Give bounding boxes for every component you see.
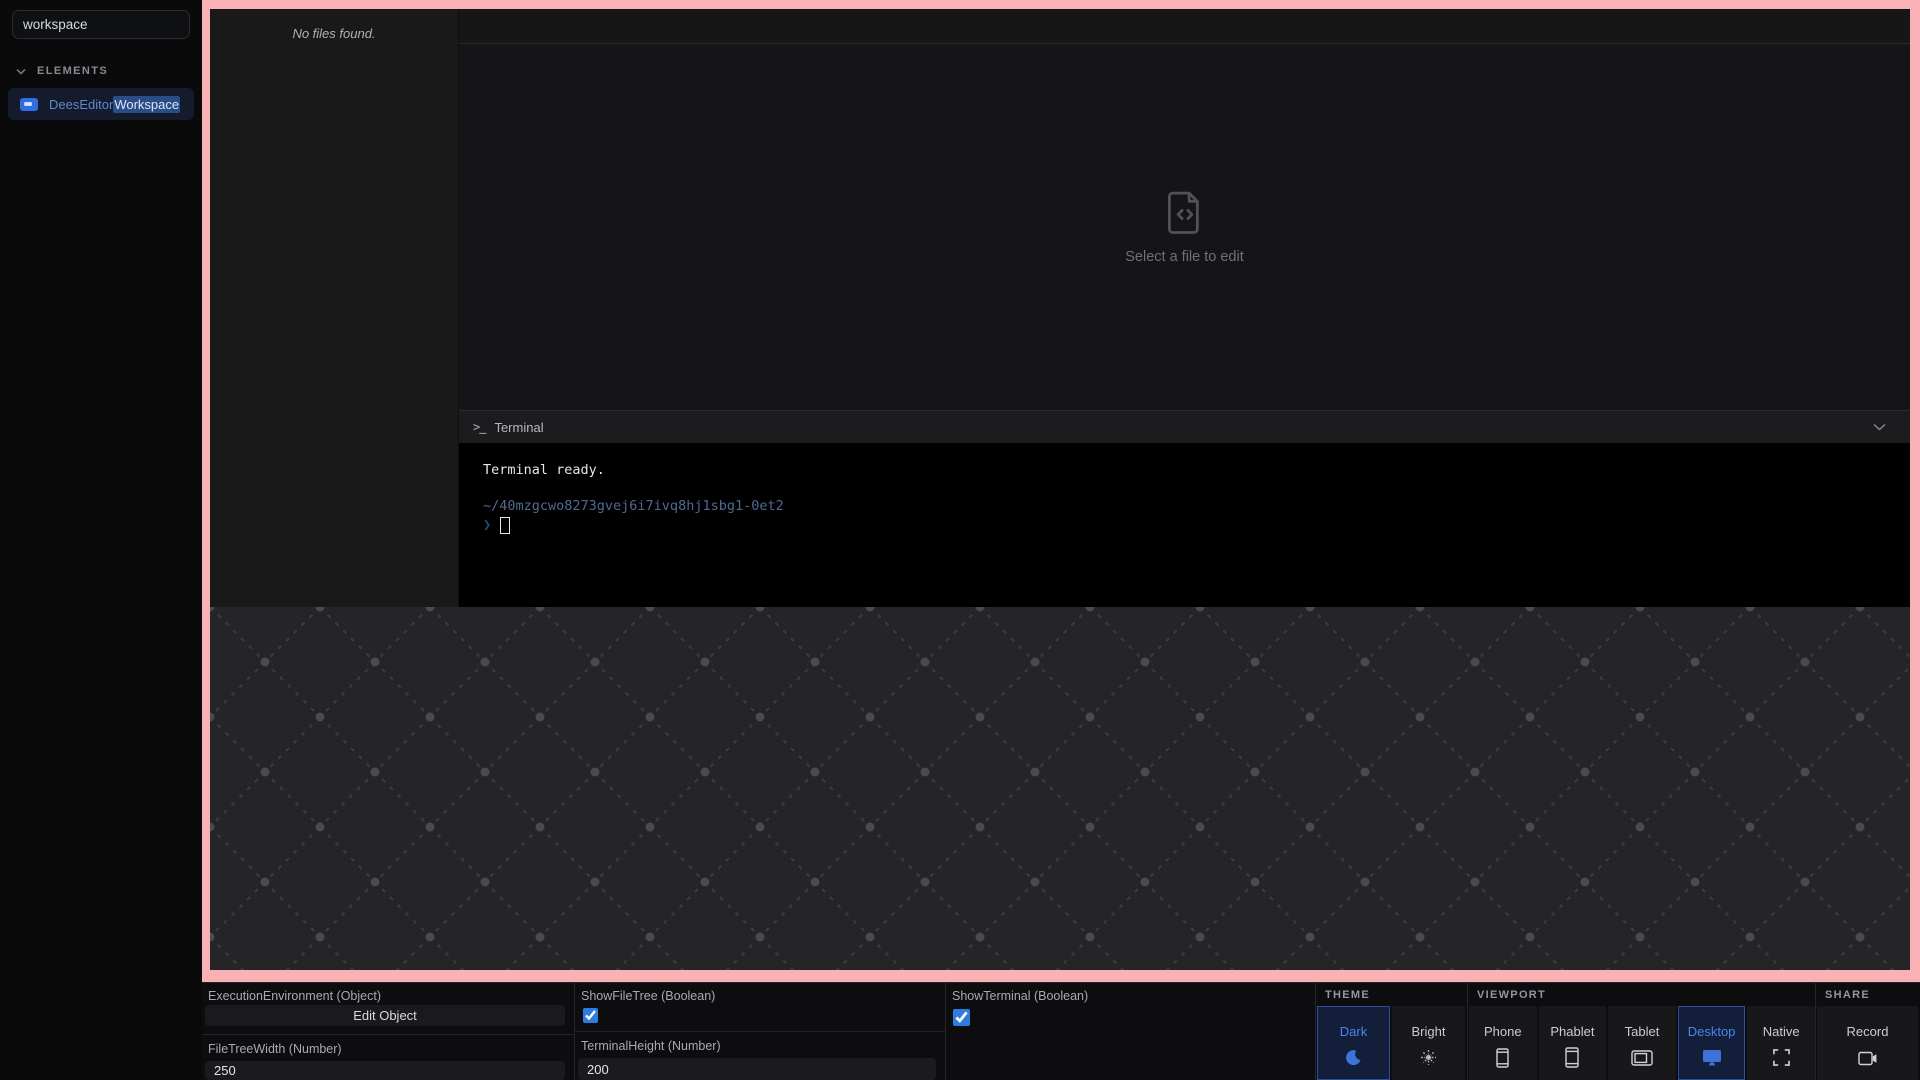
properties-panel: ExecutionEnvironment (Object) Edit Objec… <box>202 982 1920 1080</box>
chevron-down-icon <box>16 68 26 75</box>
file-code-icon <box>1165 189 1205 235</box>
property-label-file-tree-width: FileTreeWidth (Number) <box>205 1035 565 1056</box>
moon-icon <box>1345 1048 1362 1068</box>
show-terminal-checkbox[interactable] <box>953 1009 970 1026</box>
terminal-cursor <box>500 517 510 534</box>
terminal-height-input[interactable] <box>578 1058 936 1080</box>
terminal-cwd-line: ~/40mzgcwo8273gvej6i7ivq8hj1sbg1-0et2 <box>483 497 1886 515</box>
viewport-phablet-button[interactable]: Phablet <box>1539 1006 1607 1080</box>
sidebar-item-label: DeesEditorWorkspace <box>49 97 180 112</box>
component-preview-frame: No files found. Select a file to edit >_… <box>202 0 1920 982</box>
sidebar-item-label-match: Workspace <box>113 96 180 113</box>
viewport-native-button[interactable]: Native <box>1747 1006 1815 1080</box>
property-label-terminal-height: TerminalHeight (Number) <box>578 1032 936 1053</box>
terminal-output[interactable]: Terminal ready. ~/40mzgcwo8273gvej6i7ivq… <box>459 443 1910 607</box>
component-icon <box>20 98 38 111</box>
theme-section-label: THEME <box>1316 983 1467 1003</box>
edit-object-button[interactable]: Edit Object <box>205 1005 565 1026</box>
property-label-show-file-tree: ShowFileTree (Boolean) <box>578 983 936 1003</box>
element-catalog-sidebar: ELEMENTS DeesEditorWorkspace <box>0 0 202 1080</box>
terminal-header[interactable]: >_ Terminal <box>459 410 1910 443</box>
share-record-button[interactable]: Record <box>1817 1006 1918 1080</box>
viewport-native-label: Native <box>1763 1024 1800 1039</box>
terminal-prompt-icon: >_ <box>473 420 485 434</box>
elements-section-header[interactable]: ELEMENTS <box>0 61 202 81</box>
show-file-tree-checkbox[interactable] <box>582 1008 599 1023</box>
video-record-icon <box>1858 1048 1878 1068</box>
viewport-phone-button[interactable]: Phone <box>1469 1006 1537 1080</box>
terminal-collapse-chevron-icon[interactable] <box>1873 418 1886 436</box>
file-tree-width-input[interactable] <box>205 1061 565 1080</box>
tablet-icon <box>1631 1048 1653 1068</box>
viewport-desktop-button[interactable]: Desktop <box>1678 1006 1746 1080</box>
demo-background-pattern <box>210 607 1910 970</box>
terminal-ready-line: Terminal ready. <box>483 461 1886 479</box>
phablet-icon <box>1565 1048 1579 1068</box>
property-label-show-terminal: ShowTerminal (Boolean) <box>949 983 1306 1004</box>
elements-section-label: ELEMENTS <box>37 65 108 77</box>
viewport-section-label: VIEWPORT <box>1468 983 1815 1003</box>
editor-placeholder-text: Select a file to edit <box>1125 249 1244 265</box>
editor-tab-bar <box>459 9 1910 44</box>
file-tree-panel: No files found. <box>210 9 459 607</box>
editor-empty-state: Select a file to edit <box>459 44 1910 410</box>
theme-bright-button[interactable]: Bright <box>1392 1006 1465 1080</box>
viewport-phablet-label: Phablet <box>1550 1024 1594 1039</box>
sidebar-item-label-text: DeesEditor <box>49 97 113 112</box>
desktop-monitor-icon <box>1702 1048 1722 1068</box>
terminal-prompt-char: ❯ <box>483 516 491 534</box>
sun-icon <box>1420 1048 1437 1068</box>
viewport-phone-label: Phone <box>1484 1024 1522 1039</box>
theme-dark-label: Dark <box>1340 1024 1367 1039</box>
dees-editor-workspace: No files found. Select a file to edit >_… <box>210 9 1910 607</box>
file-tree-empty-message: No files found. <box>210 26 458 41</box>
share-record-label: Record <box>1847 1024 1889 1039</box>
viewport-desktop-label: Desktop <box>1688 1024 1736 1039</box>
terminal-title: Terminal <box>494 420 543 435</box>
fullscreen-corners-icon <box>1773 1048 1790 1068</box>
theme-bright-label: Bright <box>1412 1024 1446 1039</box>
property-label-execution-environment: ExecutionEnvironment (Object) <box>205 983 565 1003</box>
theme-dark-button[interactable]: Dark <box>1317 1006 1390 1080</box>
search-input[interactable] <box>12 10 190 39</box>
phone-icon <box>1496 1048 1509 1068</box>
sidebar-item-deeseditorworkspace[interactable]: DeesEditorWorkspace <box>8 88 194 120</box>
viewport-tablet-button[interactable]: Tablet <box>1608 1006 1676 1080</box>
share-section-label: SHARE <box>1816 983 1920 1003</box>
viewport-tablet-label: Tablet <box>1625 1024 1660 1039</box>
